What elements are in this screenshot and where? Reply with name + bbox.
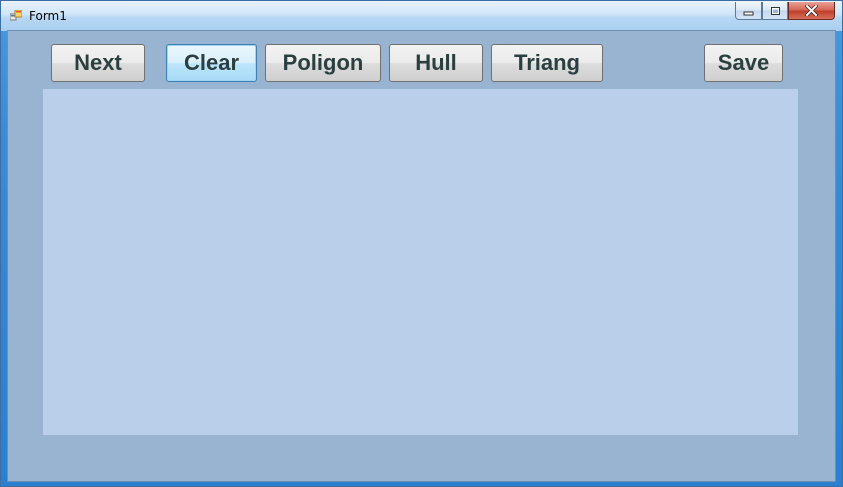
triang-button[interactable]: Triang [491,44,603,82]
next-button[interactable]: Next [51,44,145,82]
window-title: Form1 [29,9,67,23]
close-icon [805,5,818,16]
form-client-area: Next Clear Poligon Hull Triang Save [7,30,836,482]
save-button[interactable]: Save [704,44,783,82]
clear-button[interactable]: Clear [166,44,257,82]
maximize-button[interactable] [762,2,788,20]
minimize-icon [743,11,754,15]
poligon-button[interactable]: Poligon [265,44,381,82]
maximize-icon [770,6,780,15]
form-app-icon [10,10,22,21]
app-window: Form1 Next Clear Poligon Hull Triang Sav… [0,0,843,487]
hull-button[interactable]: Hull [389,44,483,82]
minimize-button[interactable] [735,2,762,20]
close-button[interactable] [788,2,835,20]
drawing-canvas[interactable] [43,89,798,435]
title-bar[interactable]: Form1 [1,1,842,31]
